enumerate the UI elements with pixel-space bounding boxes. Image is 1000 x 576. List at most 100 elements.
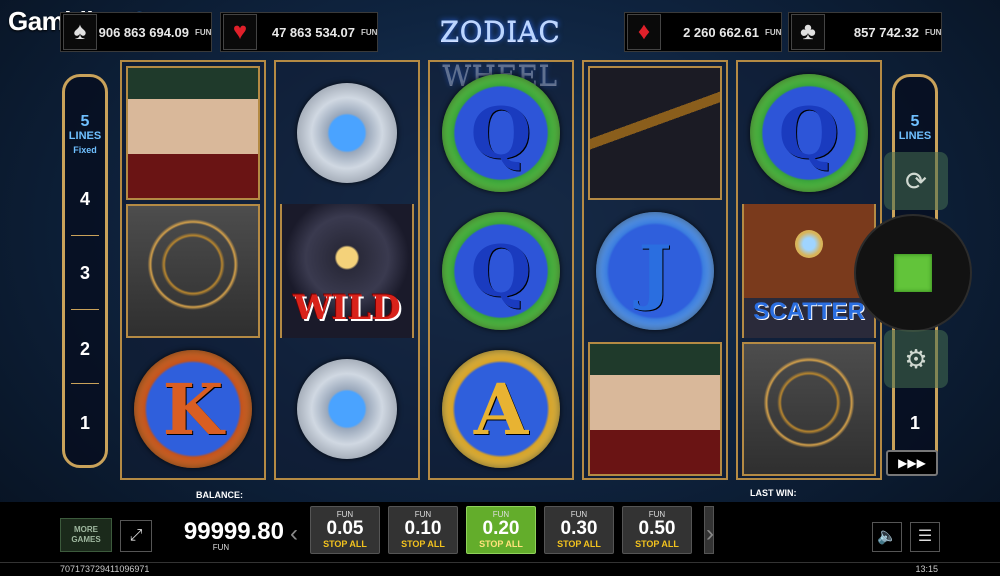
status-bar: 707173729411096971 13:15	[0, 562, 1000, 576]
symbol-j: J	[588, 204, 722, 338]
zodiac-medal-icon	[297, 359, 397, 459]
speaker-icon: 🔈	[877, 528, 897, 545]
armillary-sphere-icon	[744, 344, 874, 474]
reel-2: WILD	[274, 60, 420, 480]
autoplay-button[interactable]: ▶▶▶	[886, 450, 938, 476]
symbol-explorer	[588, 342, 722, 476]
lines-indicator: 5 LINES Fixed	[65, 113, 105, 157]
spin-button[interactable]	[854, 214, 972, 332]
balance-currency: FUN	[212, 543, 230, 552]
hamburger-icon: ☰	[917, 528, 933, 545]
lines-word: LINES	[68, 130, 102, 142]
bet-button-0-30[interactable]: FUN 0.30 STOP ALL	[544, 506, 614, 554]
jackpot-clubs: ♣ 857 742.32 FUN	[788, 12, 942, 52]
jackpot-amount: 857 742.32	[853, 24, 919, 40]
top-bar: Gambling Space ♠ 906 863 694.09 FUN ♥ 47…	[0, 0, 1000, 92]
symbol-q: Q	[434, 66, 568, 200]
letter-a-icon: A	[442, 350, 560, 468]
letter-j-icon: J	[596, 212, 714, 330]
clock: 13:15	[915, 564, 938, 574]
replay-button[interactable]: ⟳	[884, 152, 948, 210]
bet-value: 0.05	[326, 518, 364, 539]
balance-value: 99999.80	[183, 518, 284, 545]
explorer-icon	[590, 344, 720, 474]
settings-button[interactable]: ⚙	[884, 330, 948, 388]
line-divider	[71, 383, 99, 384]
stop-square-icon	[894, 254, 932, 292]
zodiac-wheel-icon: WILD	[282, 204, 412, 338]
line-divider	[71, 309, 99, 310]
symbol-armillary-sphere	[126, 204, 260, 338]
armillary-sphere-icon	[128, 206, 258, 336]
jackpot-amount: 2 260 662.61	[683, 24, 759, 40]
heart-icon: ♥	[223, 14, 257, 50]
menu-button[interactable]: ☰	[910, 522, 940, 552]
sound-button[interactable]: 🔈	[872, 522, 902, 552]
letter-q-icon: Q	[442, 212, 560, 330]
wild-label: WILD	[293, 288, 401, 328]
bet-stop-all: STOP ALL	[401, 539, 445, 549]
symbol-zodiac-medal	[280, 66, 414, 200]
bet-stop-all: STOP ALL	[323, 539, 367, 549]
telescope-icon	[590, 68, 720, 198]
lines-count: 5	[80, 113, 90, 130]
lines-count: 5	[910, 113, 920, 130]
gear-icon: ⚙	[904, 343, 928, 374]
left-lines-panel: 5 LINES Fixed 4 3 2 1	[62, 74, 108, 468]
zodiac-medal-icon	[297, 83, 397, 183]
jackpot-diamonds: ♦ 2 260 662.61 FUN	[624, 12, 782, 52]
symbol-wild: WILD	[280, 204, 414, 338]
letter-k-icon: K	[134, 350, 252, 468]
symbol-a: A	[434, 342, 568, 476]
symbol-q: Q	[434, 204, 568, 338]
symbol-zodiac-medal	[280, 342, 414, 476]
bet-value: 0.50	[638, 518, 676, 539]
diamond-icon: ♦	[627, 14, 661, 50]
replay-icon: ⟳	[905, 165, 927, 196]
lines-indicator: 5 LINES	[895, 113, 935, 143]
more-games-button[interactable]: MORE GAMES	[60, 518, 112, 552]
fullscreen-button[interactable]: ⤢	[120, 520, 152, 552]
jackpot-fun-label: FUN	[361, 27, 378, 37]
reel-1: K	[120, 60, 266, 480]
line-number-1[interactable]: 1	[895, 413, 935, 434]
bet-button-0-10[interactable]: FUN 0.10 STOP ALL	[388, 506, 458, 554]
letter-q-icon: Q	[750, 74, 868, 192]
bet-stop-all: STOP ALL	[635, 539, 679, 549]
bet-value: 0.20	[482, 518, 520, 539]
line-number-1[interactable]: 1	[65, 413, 105, 434]
symbol-k: K	[126, 342, 260, 476]
lines-fixed: Fixed	[73, 145, 97, 155]
bet-value: 0.30	[560, 518, 598, 539]
reel-4: J	[582, 60, 728, 480]
bet-button-0-05[interactable]: FUN 0.05 STOP ALL	[310, 506, 380, 554]
jackpot-amount: 47 863 534.07	[271, 24, 355, 40]
bet-stop-all: STOP ALL	[479, 539, 523, 549]
expand-icon: ⤢	[129, 527, 143, 544]
jackpot-fun-label: FUN	[195, 27, 212, 37]
reel-3: Q Q A	[428, 60, 574, 480]
balance-label: BALANCE:	[196, 490, 243, 500]
line-number-4[interactable]: 4	[65, 189, 105, 210]
line-number-2[interactable]: 2	[65, 339, 105, 360]
jackpot-fun-label: FUN	[765, 27, 782, 37]
spade-icon: ♠	[63, 14, 97, 50]
chevron-left-icon[interactable]: ‹	[290, 520, 298, 548]
chevron-right-icon[interactable]: ›	[706, 520, 714, 548]
jackpot-spades: ♠ 906 863 694.09 FUN	[60, 12, 212, 52]
bet-stop-all: STOP ALL	[557, 539, 601, 549]
club-icon: ♣	[791, 14, 825, 50]
jackpot-fun-label: FUN	[925, 27, 942, 37]
line-divider	[71, 235, 99, 236]
session-id: 707173729411096971	[60, 564, 150, 574]
scatter-label: SCATTER	[753, 298, 865, 325]
last-win-label: LAST WIN:	[750, 488, 797, 498]
symbol-telescope	[588, 66, 722, 200]
symbol-armillary-sphere	[742, 342, 876, 476]
explorer-icon	[128, 68, 258, 198]
letter-q-icon: Q	[442, 74, 560, 192]
bet-button-0-50[interactable]: FUN 0.50 STOP ALL	[622, 506, 692, 554]
bet-value: 0.10	[404, 518, 442, 539]
line-number-3[interactable]: 3	[65, 263, 105, 284]
bet-button-0-20[interactable]: FUN 0.20 STOP ALL	[466, 506, 536, 554]
